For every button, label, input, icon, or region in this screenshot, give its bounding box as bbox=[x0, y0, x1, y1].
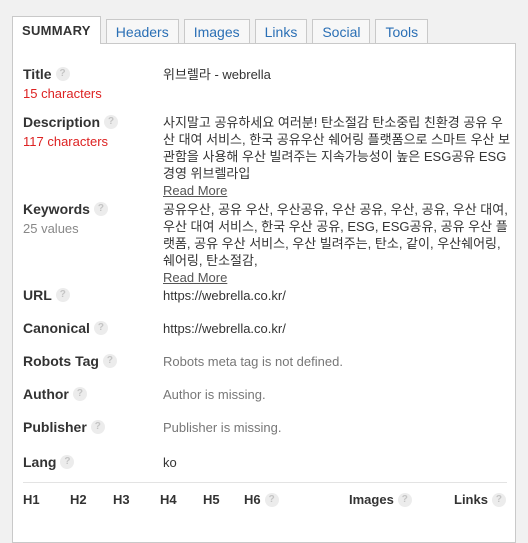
h4-label: H4 bbox=[160, 492, 177, 507]
tab-bar: SUMMARY Headers Images Links Social Tool… bbox=[12, 16, 433, 44]
tab-images[interactable]: Images bbox=[183, 19, 250, 43]
help-icon[interactable]: ? bbox=[93, 201, 108, 216]
keywords-value: 공유우산, 공유 우산, 우산공유, 우산 공유, 우산, 공유, 우산 대여,… bbox=[163, 201, 513, 286]
lang-label: Lang bbox=[23, 454, 57, 470]
links-count-label: Links? bbox=[454, 492, 506, 508]
divider bbox=[23, 482, 507, 483]
description-char-count: 117 characters bbox=[23, 134, 109, 149]
robots-tag-label: Robots Tag bbox=[23, 353, 99, 369]
help-icon[interactable]: ? bbox=[264, 492, 279, 507]
tab-social[interactable]: Social bbox=[312, 19, 371, 43]
title-char-count: 15 characters bbox=[23, 86, 102, 101]
help-icon[interactable]: ? bbox=[72, 386, 87, 401]
header-counts-row: H1 H2 H3 H4 H5 H6? Images? Links? bbox=[13, 492, 515, 514]
h3-label: H3 bbox=[113, 492, 130, 507]
publisher-value: Publisher is missing. bbox=[163, 420, 282, 435]
url-value: https://webrella.co.kr/ bbox=[163, 288, 286, 303]
tab-tools[interactable]: Tools bbox=[375, 19, 429, 43]
help-icon[interactable]: ? bbox=[90, 419, 105, 434]
keywords-count: 25 values bbox=[23, 221, 79, 236]
read-more-link[interactable]: Read More bbox=[163, 182, 513, 199]
h6-label: H6? bbox=[244, 492, 279, 508]
keywords-text: 공유우산, 공유 우산, 우산공유, 우산 공유, 우산, 공유, 우산 대여,… bbox=[163, 202, 508, 268]
publisher-label: Publisher bbox=[23, 419, 87, 435]
help-icon[interactable]: ? bbox=[55, 287, 70, 302]
author-value: Author is missing. bbox=[163, 387, 266, 402]
read-more-link[interactable]: Read More bbox=[163, 269, 513, 286]
canonical-value: https://webrella.co.kr/ bbox=[163, 321, 286, 336]
h5-label: H5 bbox=[203, 492, 220, 507]
h1-label: H1 bbox=[23, 492, 40, 507]
help-icon[interactable]: ? bbox=[397, 492, 412, 507]
description-text: 사지말고 공유하세요 여러분! 탄소절감 탄소중립 친환경 공유 우산 대여 서… bbox=[163, 115, 511, 181]
links-text: Links bbox=[454, 492, 488, 507]
title-value: 위브렐라 - webrella bbox=[163, 67, 271, 82]
help-icon[interactable]: ? bbox=[55, 66, 70, 81]
help-icon[interactable]: ? bbox=[104, 114, 119, 129]
summary-panel: Title? 15 characters 위브렐라 - webrella Des… bbox=[12, 43, 516, 543]
robots-tag-value: Robots meta tag is not defined. bbox=[163, 354, 343, 369]
help-icon[interactable]: ? bbox=[102, 353, 117, 368]
tab-links[interactable]: Links bbox=[254, 19, 308, 43]
title-label: Title bbox=[23, 66, 52, 82]
lang-value: ko bbox=[163, 455, 177, 470]
h2-label: H2 bbox=[70, 492, 87, 507]
description-label: Description bbox=[23, 114, 101, 130]
help-icon[interactable]: ? bbox=[60, 454, 75, 469]
h6-text: H6 bbox=[244, 492, 261, 507]
url-label: URL bbox=[23, 287, 52, 303]
help-icon[interactable]: ? bbox=[491, 492, 506, 507]
canonical-label: Canonical bbox=[23, 320, 90, 336]
help-icon[interactable]: ? bbox=[93, 320, 108, 335]
description-value: 사지말고 공유하세요 여러분! 탄소절감 탄소중립 친환경 공유 우산 대여 서… bbox=[163, 114, 513, 199]
tab-summary[interactable]: SUMMARY bbox=[12, 16, 101, 44]
keywords-label: Keywords bbox=[23, 201, 90, 217]
images-count-label: Images? bbox=[349, 492, 412, 508]
author-label: Author bbox=[23, 386, 69, 402]
images-text: Images bbox=[349, 492, 394, 507]
tab-headers[interactable]: Headers bbox=[105, 19, 179, 43]
